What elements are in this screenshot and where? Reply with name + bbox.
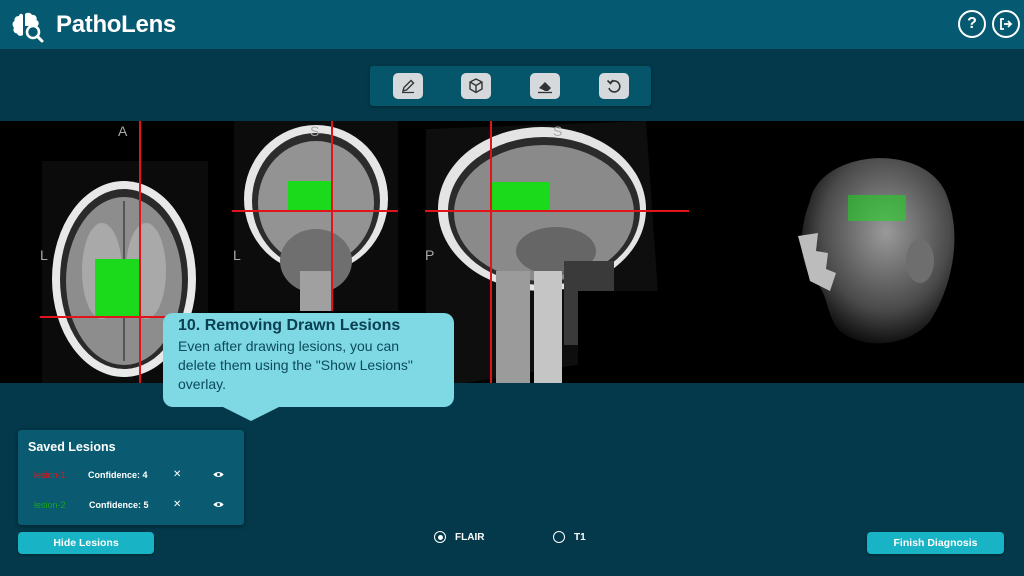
coronal-lesion-overlay [288, 181, 332, 210]
logout-button[interactable] [992, 10, 1020, 38]
undo-icon [606, 79, 621, 93]
lesion-confidence: Confidence: 5 [89, 500, 149, 510]
lesion-name: lesion-1 [34, 470, 66, 480]
radio-unselected-icon [553, 531, 565, 543]
app-title: PathoLens [56, 11, 176, 38]
axial-left-label: L [40, 247, 48, 263]
coronal-crosshair-horizontal [232, 210, 398, 212]
axial-crosshair-vertical [139, 121, 141, 383]
finish-diagnosis-button[interactable]: Finish Diagnosis [867, 532, 1004, 554]
tooltip-body: Even after drawing lesions, you can dele… [178, 338, 413, 392]
sagittal-lesion-overlay [491, 182, 550, 211]
logout-icon [1000, 18, 1013, 30]
radio-selected-icon [434, 531, 446, 543]
eraser-icon [538, 82, 552, 94]
lesion-row[interactable]: lesion-1 Confidence: 4 ✕ [18, 466, 244, 486]
saved-lesions-panel: Saved Lesions lesion-1 Confidence: 4 ✕ l… [18, 430, 244, 525]
brain-search-icon [12, 12, 44, 43]
eraser-button[interactable] [530, 73, 560, 99]
axial-crosshair-horizontal [40, 316, 168, 318]
hide-lesions-button[interactable]: Hide Lesions [18, 532, 154, 554]
flair-radio[interactable]: FLAIR [434, 531, 484, 543]
lesion-name: lesion-2 [34, 500, 66, 510]
flair-label: FLAIR [455, 531, 485, 543]
app-header: PathoLens ? [0, 0, 1024, 49]
lesion-confidence: Confidence: 4 [88, 470, 148, 480]
help-icon: ? [967, 15, 977, 32]
lesion-row[interactable]: lesion-2 Confidence: 5 ✕ [18, 496, 244, 516]
t1-label: T1 [574, 531, 586, 543]
3d-view-button[interactable] [461, 73, 491, 99]
coronal-left-label: L [233, 247, 241, 263]
draw-tool-button[interactable] [393, 73, 423, 99]
sagittal-left-label: P [425, 247, 435, 263]
coronal-slice-image[interactable] [234, 121, 398, 311]
remove-lesion-icon[interactable]: ✕ [173, 469, 181, 480]
tutorial-tooltip: 10. Removing Drawn Lesions Even after dr… [163, 313, 454, 421]
tooltip-title: 10. Removing Drawn Lesions [178, 317, 401, 334]
remove-lesion-icon[interactable]: ✕ [173, 499, 181, 510]
pencil-icon [401, 79, 415, 94]
sagittal-top-label: S [553, 123, 563, 139]
coronal-top-label: S [310, 123, 320, 139]
image-viewer[interactable]: A L S L S P [0, 121, 1024, 383]
t1-radio[interactable]: T1 [553, 531, 586, 543]
undo-button[interactable] [599, 73, 629, 99]
sagittal-crosshair-horizontal [425, 210, 689, 212]
3d-lesion-overlay [848, 195, 906, 221]
saved-lesions-title: Saved Lesions [28, 440, 116, 454]
axial-top-label: A [118, 123, 128, 139]
coronal-crosshair-vertical [331, 121, 333, 311]
axial-lesion-overlay [95, 259, 139, 316]
3d-head-render[interactable] [770, 141, 970, 361]
drawing-toolbar [370, 66, 651, 106]
sagittal-crosshair-vertical [490, 121, 492, 383]
cube-icon [469, 78, 483, 94]
eye-icon[interactable] [213, 500, 224, 509]
sagittal-slice-image[interactable] [426, 121, 662, 383]
eye-icon[interactable] [213, 470, 224, 479]
help-button[interactable]: ? [958, 10, 986, 38]
